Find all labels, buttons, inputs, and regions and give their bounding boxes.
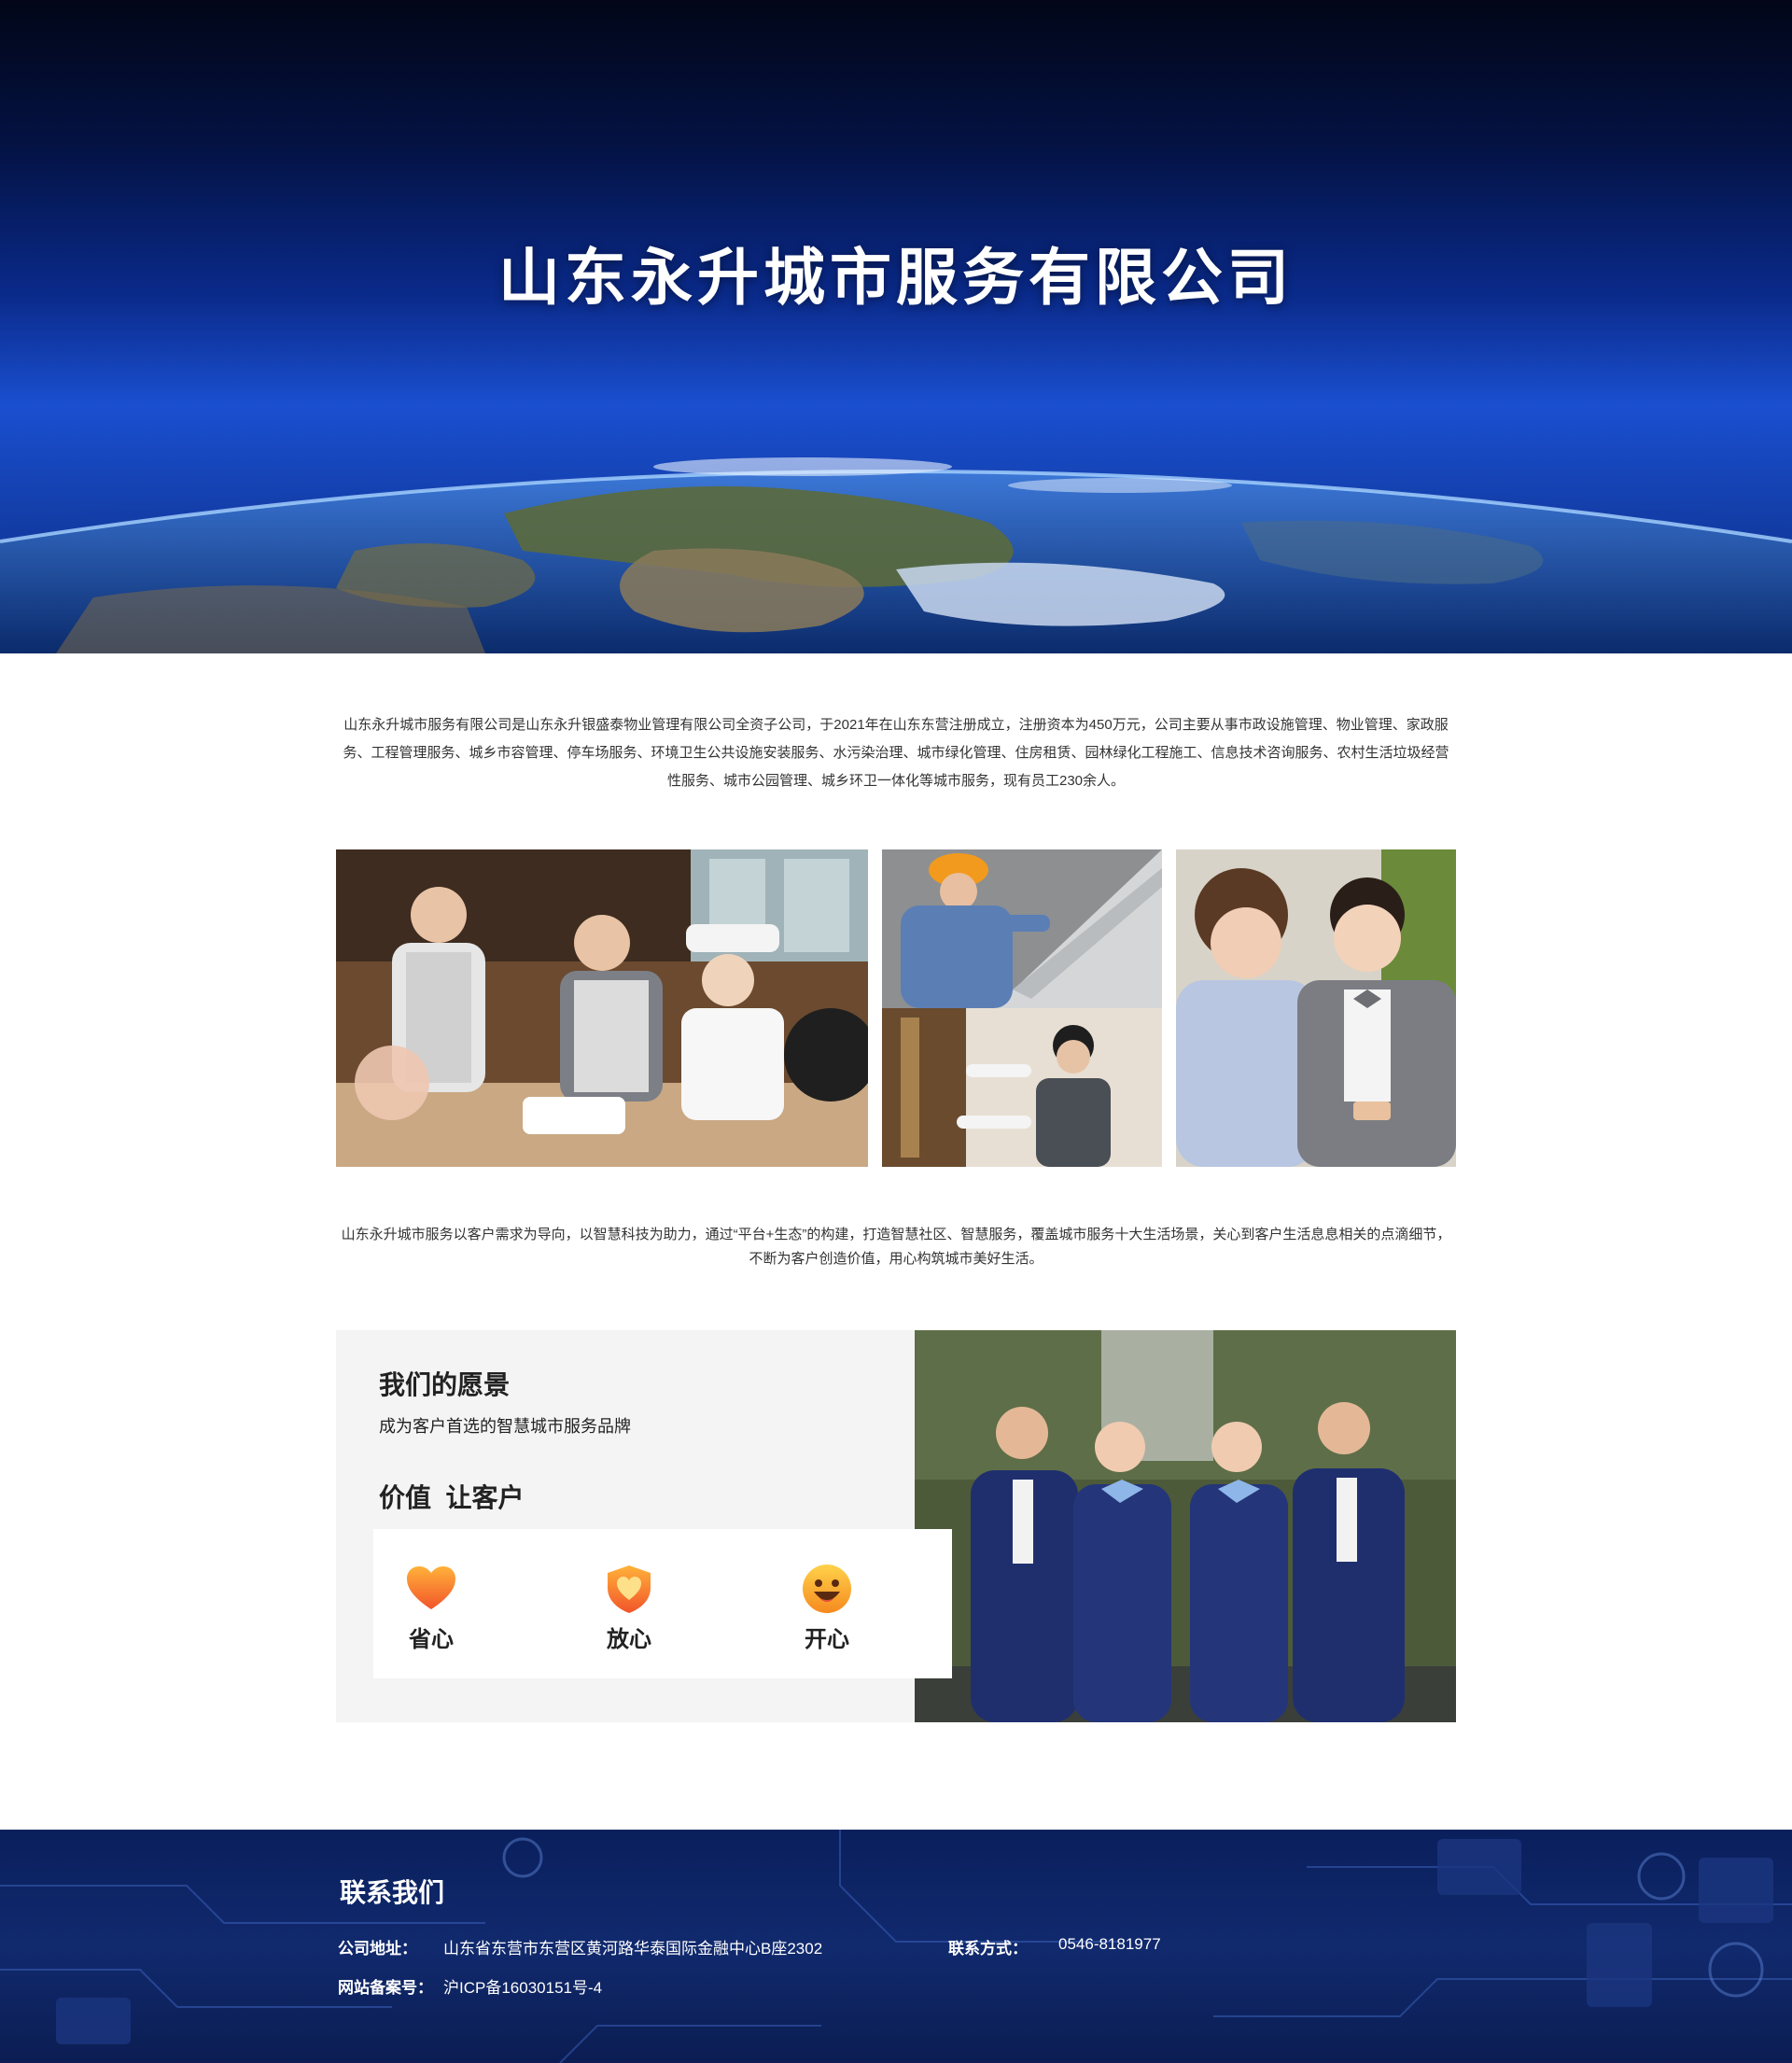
value-label: 省心 [409,1627,454,1652]
footer-title: 联系我们 [340,1878,445,1907]
value-item-happy: 开心 [790,1563,864,1653]
photo-maintenance-worker [882,849,1162,1008]
value-item-worry-free: 省心 [394,1563,469,1653]
shield-heart-icon [608,1565,651,1613]
address-label: 公司地址： [338,1940,417,1958]
vision-title: 我们的愿景 [379,1370,511,1399]
value-card: 省心 放心 开心 [373,1529,952,1678]
mission-statement: 山东永升城市服务以客户需求为导向，以智慧科技为助力，通过“平台+生态”的构建，打… [341,1227,1451,1267]
value-label: 开心 [805,1627,849,1652]
footer: 联系我们 公司地址： 山东省东营市东营区黄河路华泰国际金融中心B座2302 联系… [0,1830,1792,2063]
contact-phone[interactable]: 0546-8181977 [1058,1935,1161,1954]
page-title: 山东永升城市服务有限公司 [498,243,1294,312]
company-intro: 山东永升城市服务有限公司是山东永升银盛泰物业管理有限公司全资子公司，于2021年… [343,717,1449,789]
value-item-peace-of-mind: 放心 [592,1563,666,1653]
circuit-background [0,1830,1792,2063]
value-title: 价值 让客户 [379,1483,525,1512]
value-label: 放心 [607,1627,651,1652]
photo-team [915,1330,1456,1722]
photo-cleaning-staff [882,1008,1162,1167]
earth-image [0,411,1792,653]
vision-subtitle: 成为客户首选的智慧城市服务品牌 [379,1417,631,1436]
photo-baking-activity [336,849,868,1167]
smile-icon [803,1565,851,1613]
photo-service-staff [1176,849,1456,1167]
heart-icon [407,1566,455,1609]
hero-banner: 山东永升城市服务有限公司 [0,0,1792,653]
contact-label: 联系方式： [948,1940,1028,1958]
address-value: 山东省东营市东营区黄河路华泰国际金融中心B座2302 [443,1940,823,1958]
icp-number-link[interactable]: 沪ICP备16030151号-4 [443,1974,602,1998]
icp-label: 网站备案号： [338,1979,433,1997]
